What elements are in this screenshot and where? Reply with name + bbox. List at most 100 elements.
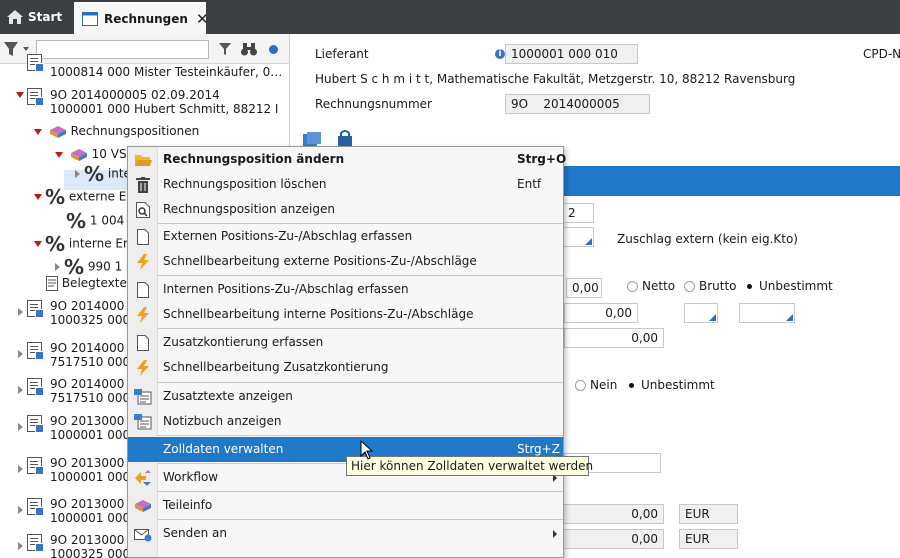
tree-node[interactable]: 9O 2013000 1000001 000 xyxy=(50,497,130,525)
cpd-label: CPD-N xyxy=(863,47,900,61)
tree-expander[interactable] xyxy=(18,304,27,318)
tree-expander[interactable] xyxy=(18,346,27,360)
tab-bar: Start Rechnungen ✕ xyxy=(0,0,900,34)
invoice-icon xyxy=(27,342,44,360)
tree-node[interactable]: 9O 2014000 7517510 000 xyxy=(50,377,130,405)
menu-item-externen-positionszuschlag-erfassen[interactable]: Externen Positions-Zu-/Abschlag erfassen xyxy=(128,224,563,249)
new-document-icon xyxy=(128,330,158,355)
tree-node[interactable]: % externe Er xyxy=(34,187,131,207)
tree-node[interactable]: % 1 004 xyxy=(66,211,124,231)
radio-unbestimmt-label: Unbestimmt xyxy=(759,279,833,293)
tree-node[interactable]: 9O 2013000 1000001 000 xyxy=(50,456,130,484)
menu-item-teileinfo[interactable]: Teileinfo xyxy=(128,493,563,518)
new-document-icon xyxy=(128,277,158,302)
menu-item-label: Senden an xyxy=(163,526,227,540)
home-icon xyxy=(7,10,23,24)
lieferant-field[interactable]: 1000001 000 010 xyxy=(505,44,638,64)
menu-item-rechnungsposition-aendern[interactable]: Rechnungsposition ändern Strg+O xyxy=(128,147,567,172)
tree-expander[interactable] xyxy=(18,538,27,552)
tree-node[interactable]: % interne Er xyxy=(34,234,128,254)
notebook-icon xyxy=(128,409,158,434)
menu-item-label: Notizbuch anzeigen xyxy=(163,414,282,428)
menu-item-rechnungsposition-anzeigen[interactable]: Rechnungsposition anzeigen xyxy=(128,197,563,222)
menu-item-label: Schnellbearbeitung Zusatzkontierung xyxy=(163,360,389,374)
amount-field-3[interactable]: 0,00 xyxy=(564,328,664,348)
tree-node[interactable]: % inte xyxy=(75,164,131,184)
field-2[interactable]: 2 xyxy=(562,203,594,223)
tree-node[interactable]: 9O 2014000 7517510 000 xyxy=(50,341,130,369)
menu-item-internen-positionszuschlag-erfassen[interactable]: Internen Positions-Zu-/Abschlag erfassen xyxy=(128,277,563,302)
tab-start[interactable]: Start xyxy=(0,0,70,34)
amount-field-1[interactable]: 0,00 xyxy=(566,278,602,298)
tree-node[interactable]: 9O 2014000 1000325 000 xyxy=(50,299,130,327)
radio-nein[interactable]: Nein xyxy=(575,378,617,392)
tree-node-text: externe Er xyxy=(68,189,132,204)
tab-rechnungen[interactable]: Rechnungen ✕ xyxy=(74,2,209,34)
tree-node[interactable]: % 990 1 xyxy=(55,257,122,277)
menu-item-zusatzkontierung-erfassen[interactable]: Zusatzkontierung erfassen xyxy=(128,330,563,355)
menu-separator xyxy=(158,519,563,520)
tree-expander[interactable] xyxy=(16,87,27,101)
info-icon[interactable]: i xyxy=(495,49,505,59)
rechnungsnummer-field[interactable]: 9O 2014000005 xyxy=(505,94,650,114)
invoice-icon xyxy=(27,415,44,433)
menu-item-label: Rechnungsposition ändern xyxy=(163,152,345,166)
document-search-icon xyxy=(128,197,158,222)
amount-field-2[interactable]: 0,00 xyxy=(564,303,638,323)
rechnungsnummer-label: Rechnungsnummer xyxy=(315,97,432,111)
funnel-icon[interactable] xyxy=(218,41,232,60)
radio-netto[interactable]: Netto xyxy=(627,279,675,293)
binoculars-icon[interactable] xyxy=(240,41,258,60)
percent-icon: % xyxy=(45,232,66,256)
menu-item-label: Externen Positions-Zu-/Abschlag erfassen xyxy=(163,229,413,243)
menu-item-schnellbearbeitung-extern[interactable]: Schnellbearbeitung externe Positions-Zu-… xyxy=(128,249,563,274)
tree-node-text: Belegtexte xyxy=(61,276,127,290)
menu-item-rechnungsposition-loeschen[interactable]: Rechnungsposition löschen Entf xyxy=(128,172,563,197)
tree-node[interactable]: 9O 2014000005 02.09.2014 1000001 000 Hub… xyxy=(50,88,278,116)
tree-node[interactable]: 1000814 000 Mister Testeinkäufer, 0… xyxy=(50,65,282,79)
lightning-icon xyxy=(128,249,158,274)
lightning-icon xyxy=(128,355,158,380)
dropdown-field-2[interactable] xyxy=(684,303,718,323)
tree-node[interactable]: 10 VS xyxy=(55,147,127,162)
menu-item-label: Teileinfo xyxy=(163,498,213,512)
tree-node-subtext: 7517510 000 xyxy=(50,391,131,405)
tab-start-label: Start xyxy=(28,10,63,24)
close-icon[interactable]: ✕ xyxy=(196,10,209,28)
tree-node-text: 10 VS xyxy=(91,147,127,161)
invoice-icon xyxy=(27,534,44,552)
tooltip: Hier können Zolldaten verwaltet werden xyxy=(346,456,593,476)
status-dot[interactable] xyxy=(269,45,278,54)
tab-rechnungen-label: Rechnungen xyxy=(104,12,188,26)
radio-unbestimmt-2-label: Unbestimmt xyxy=(641,378,715,392)
blank-icon xyxy=(128,437,158,462)
menu-item-notizbuch-anzeigen[interactable]: Notizbuch anzeigen xyxy=(128,409,563,434)
tree-node[interactable]: Belegtexte xyxy=(46,276,127,291)
tree-expander[interactable] xyxy=(18,382,27,396)
text-doc-icon xyxy=(46,276,58,291)
menu-separator xyxy=(158,382,563,383)
radio-unbestimmt-2[interactable]: Unbestimmt xyxy=(626,378,715,392)
menu-item-shortcut: Strg+O xyxy=(517,152,567,166)
menu-item-schnellbearbeitung-zusatzkontierung[interactable]: Schnellbearbeitung Zusatzkontierung xyxy=(128,355,563,380)
tree-expander[interactable] xyxy=(18,461,27,475)
tree-node-text: 9O 2014000 xyxy=(50,299,125,313)
tree-expander[interactable] xyxy=(18,419,27,433)
radio-brutto[interactable]: Brutto xyxy=(684,279,737,293)
tree-expander[interactable] xyxy=(18,502,27,516)
invoice-icon xyxy=(27,88,44,106)
filter-input[interactable] xyxy=(36,40,209,59)
dropdown-field-3[interactable] xyxy=(739,303,795,323)
percent-icon: % xyxy=(84,162,105,186)
tree-node[interactable]: Rechnungspositionen xyxy=(34,124,199,139)
new-document-icon xyxy=(128,224,158,249)
menu-item-zusatztexte-anzeigen[interactable]: Zusatztexte anzeigen xyxy=(128,384,563,409)
tree-node[interactable]: 9O 2013000 1000001 000 xyxy=(50,414,130,442)
menu-item-schnellbearbeitung-intern[interactable]: Schnellbearbeitung interne Positions-Zu-… xyxy=(128,302,563,327)
radio-unbestimmt[interactable]: Unbestimmt xyxy=(744,279,833,293)
dropdown-field-1[interactable] xyxy=(562,227,594,247)
menu-item-label: Rechnungsposition anzeigen xyxy=(163,202,335,216)
tree-node-text: 1 004 xyxy=(89,213,125,228)
menu-item-senden-an[interactable]: Senden an xyxy=(128,521,563,546)
tree-node-text: 9O 2013000 xyxy=(50,497,125,511)
